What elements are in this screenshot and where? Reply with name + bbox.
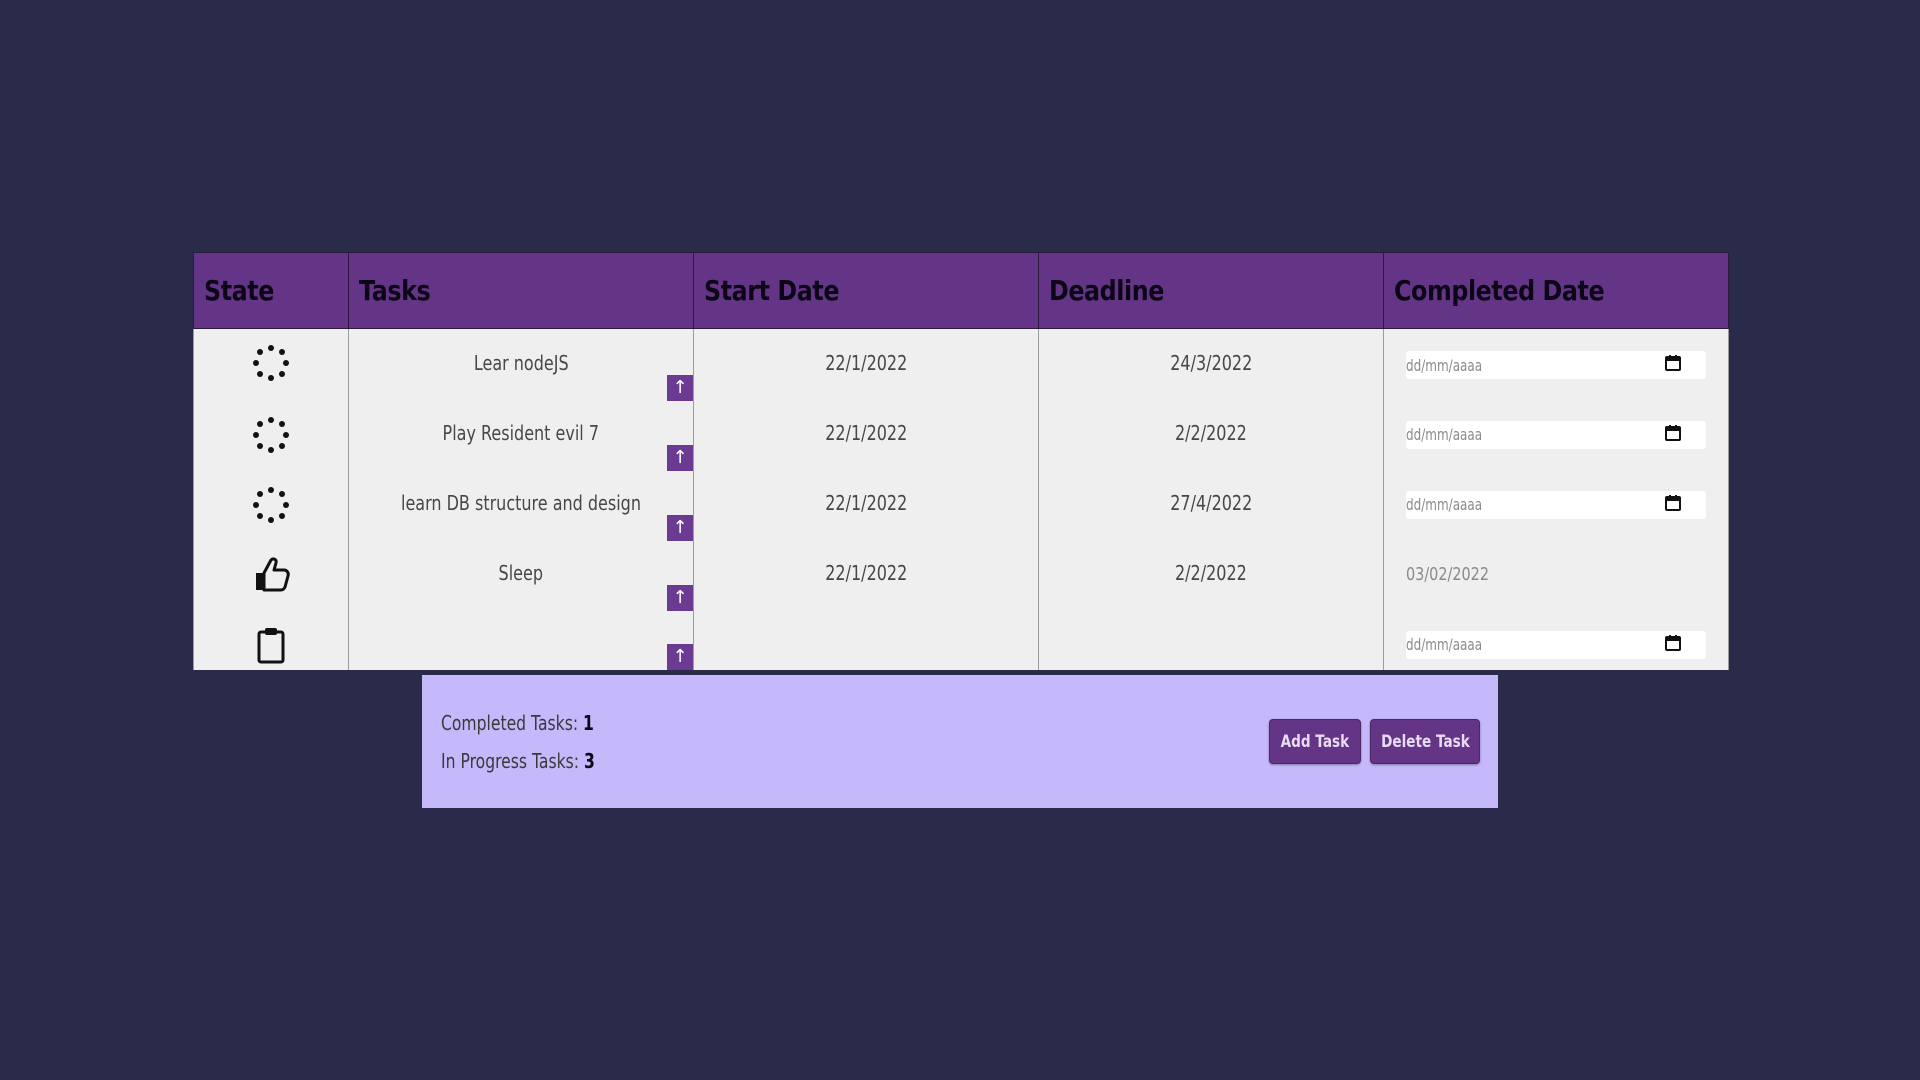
task-cell: Lear nodeJS ↑ <box>348 328 694 401</box>
in-progress-tasks-stat: In Progress Tasks: 3 <box>441 747 595 785</box>
start-date-cell <box>693 610 1039 670</box>
start-date-cell: 22/1/2022 <box>693 328 1039 401</box>
completed-date-input[interactable]: dd/mm/aaaa <box>1406 351 1706 379</box>
completed-tasks-label: Completed Tasks: <box>441 711 584 735</box>
date-placeholder: dd/mm/aaaa <box>1406 425 1483 444</box>
deadline-cell: 27/4/2022 <box>1038 470 1384 541</box>
deadline-cell: 2/2/2022 <box>1038 400 1384 471</box>
move-up-button[interactable]: ↑ <box>667 514 693 541</box>
completed-date-cell: 03/02/2022 <box>1383 540 1729 611</box>
completed-tasks-stat: Completed Tasks: 1 <box>441 709 595 747</box>
move-up-button[interactable]: ↑ <box>667 584 693 611</box>
task-name: learn DB structure and design <box>401 490 641 515</box>
calendar-icon[interactable] <box>1664 354 1682 376</box>
calendar-icon[interactable] <box>1664 494 1682 516</box>
summary-panel: Completed Tasks: 1 In Progress Tasks: 3 … <box>422 675 1498 808</box>
state-cell <box>193 328 349 401</box>
app-root: State Tasks Start Date Deadline Complete… <box>0 0 1920 1080</box>
calendar-icon[interactable] <box>1664 634 1682 656</box>
deadline-cell <box>1038 610 1384 670</box>
state-cell <box>193 400 349 471</box>
task-name: Play Resident evil 7 <box>442 420 600 445</box>
move-up-button[interactable]: ↑ <box>667 643 693 670</box>
deadline-value: 2/2/2022 <box>1175 560 1247 585</box>
table-row: Lear nodeJS ↑ 22/1/2022 24/3/2022 dd/mm/aaaa <box>193 328 1729 401</box>
deadline-value: 24/3/2022 <box>1169 351 1253 375</box>
completed-date-input[interactable]: dd/mm/aaaa <box>1406 420 1706 449</box>
start-date-cell: 22/1/2022 <box>693 400 1039 471</box>
header-start-date: Start Date <box>693 252 1039 329</box>
header-tasks: Tasks <box>348 252 694 329</box>
start-date-cell: 22/1/2022 <box>693 540 1039 611</box>
loading-dots-icon[interactable] <box>251 416 291 460</box>
state-cell <box>193 540 349 611</box>
completed-date-input[interactable]: dd/mm/aaaa <box>1406 630 1706 659</box>
state-cell <box>193 470 349 541</box>
add-task-button[interactable]: Add Task <box>1269 719 1361 764</box>
header-completed-date: Completed Date <box>1383 252 1729 329</box>
move-up-button[interactable]: ↑ <box>667 444 693 471</box>
table-row: ↑ dd/mm/aaaa <box>193 610 1729 670</box>
task-name: Lear nodeJS <box>473 351 569 375</box>
completed-date-value: 03/02/2022 <box>1406 563 1489 585</box>
state-cell <box>193 610 349 670</box>
loading-dots-icon[interactable] <box>251 345 291 388</box>
task-cell: learn DB structure and design ↑ <box>348 470 694 541</box>
start-date-value: 22/1/2022 <box>824 490 908 515</box>
task-stats: Completed Tasks: 1 In Progress Tasks: 3 <box>441 709 638 785</box>
completed-date-cell: dd/mm/aaaa <box>1383 328 1729 401</box>
deadline-cell: 24/3/2022 <box>1038 328 1384 401</box>
thumbs-up-icon[interactable] <box>251 557 291 600</box>
deadline-value: 2/2/2022 <box>1175 420 1247 445</box>
completed-date-input[interactable]: dd/mm/aaaa <box>1406 490 1706 519</box>
date-placeholder: dd/mm/aaaa <box>1406 355 1483 375</box>
calendar-icon[interactable] <box>1664 424 1682 446</box>
task-name: Sleep <box>498 560 544 585</box>
table-row: Sleep ↑ 22/1/2022 2/2/2022 03/02/2022 <box>193 540 1729 611</box>
task-cell: Play Resident evil 7 ↑ <box>348 400 694 471</box>
in-progress-tasks-label: In Progress Tasks: <box>441 749 584 773</box>
header-deadline: Deadline <box>1038 252 1384 329</box>
date-placeholder: dd/mm/aaaa <box>1406 495 1483 514</box>
table-row: learn DB structure and design ↑ 22/1/2022 2… <box>193 470 1729 541</box>
start-date-value: 22/1/2022 <box>824 560 908 585</box>
in-progress-tasks-count: 3 <box>583 749 595 773</box>
date-placeholder: dd/mm/aaaa <box>1406 635 1483 654</box>
completed-date-cell: dd/mm/aaaa <box>1383 470 1729 541</box>
move-up-button[interactable]: ↑ <box>667 374 693 401</box>
action-buttons: Add Task Delete Task <box>1269 719 1480 764</box>
start-date-value: 22/1/2022 <box>824 420 908 445</box>
table-header-row: State Tasks Start Date Deadline Complete… <box>193 252 1729 329</box>
table-row: Play Resident evil 7 ↑ 22/1/2022 2/2/2022 dd… <box>193 400 1729 471</box>
clipboard-icon[interactable] <box>251 627 291 670</box>
task-table: State Tasks Start Date Deadline Complete… <box>193 252 1729 670</box>
deadline-cell: 2/2/2022 <box>1038 540 1384 611</box>
start-date-cell: 22/1/2022 <box>693 470 1039 541</box>
completed-date-cell: dd/mm/aaaa <box>1383 400 1729 471</box>
completed-tasks-count: 1 <box>583 711 594 735</box>
loading-dots-icon[interactable] <box>251 486 291 530</box>
header-state: State <box>193 252 349 329</box>
start-date-value: 22/1/2022 <box>824 351 908 375</box>
delete-task-button[interactable]: Delete Task <box>1370 719 1480 764</box>
task-cell: Sleep ↑ <box>348 540 694 611</box>
completed-date-cell: dd/mm/aaaa <box>1383 610 1729 670</box>
deadline-value: 27/4/2022 <box>1169 490 1253 515</box>
task-cell: ↑ <box>348 610 694 670</box>
